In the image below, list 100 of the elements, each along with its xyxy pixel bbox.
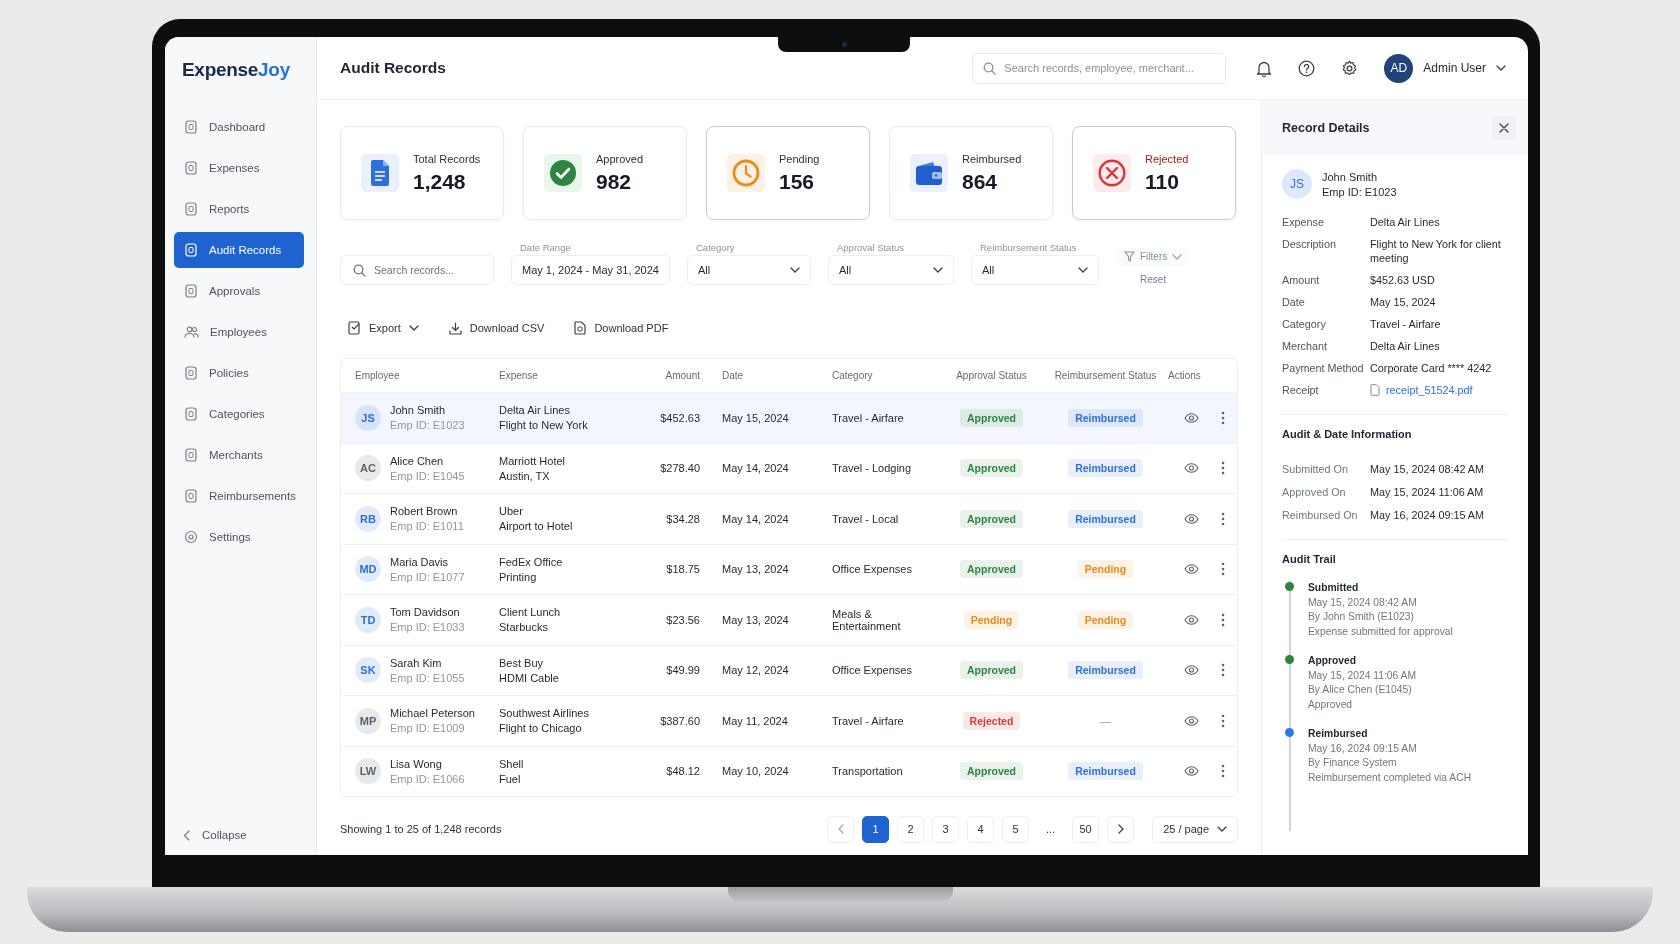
- table-row[interactable]: MP Michael Peterson Emp ID: E1009 Southwest Airlines Flight to Chicago $387.60 May 11, 2024 Travel - Airfare Rejected —: [341, 695, 1237, 746]
- sidebar-item[interactable]: Expenses: [174, 150, 304, 186]
- bell-icon[interactable]: [1256, 59, 1273, 77]
- expense-merchant: Best Buy: [499, 656, 544, 669]
- collapse-button[interactable]: Collapse: [165, 829, 247, 841]
- caret-icon: [1078, 267, 1088, 273]
- export-button[interactable]: Export: [348, 321, 419, 335]
- close-button[interactable]: [1492, 115, 1516, 140]
- empty-status: —: [1100, 714, 1111, 727]
- detail-value: May 15, 2024 08:42 AM: [1370, 462, 1486, 476]
- page-button[interactable]: 3: [932, 815, 960, 843]
- column-header: Reimbursement Status: [1053, 370, 1158, 381]
- download-button[interactable]: Download PDF: [574, 321, 669, 335]
- search-field[interactable]: Search records...: [340, 255, 494, 285]
- status-badge: Approved: [960, 762, 1023, 781]
- sidebar-item[interactable]: Audit Records: [174, 232, 304, 268]
- page-title: Audit Records: [340, 59, 446, 77]
- records-summary: Showing 1 to 25 of 1,248 records: [340, 823, 502, 835]
- amount-text: $278.40: [660, 462, 700, 475]
- table-row[interactable]: JS John Smith Emp ID: E1023 Delta Air Lines Flight to New York $452.63 May 15, 2024 Travel - Airfare Approved Reimbursed: [341, 392, 1237, 443]
- more-icon[interactable]: [1221, 511, 1225, 526]
- eye-icon[interactable]: [1184, 665, 1199, 676]
- employee-id: Emp ID: E1009: [390, 722, 465, 735]
- expense-description: HDMI Cable: [499, 671, 559, 684]
- user-avatar[interactable]: AD: [1384, 53, 1414, 83]
- category-text: Travel - Local: [832, 512, 899, 525]
- employee-id: Emp ID: E1045: [390, 469, 465, 482]
- table-row[interactable]: SK Sarah Kim Emp ID: E1055 Best Buy HDMI Cable $49.99 May 12, 2024 Office Expenses Approved Reimbursed: [341, 644, 1237, 695]
- category-text: Office Expenses: [832, 664, 912, 677]
- filter-label: Approval Status: [836, 242, 905, 253]
- table-row[interactable]: LW Lisa Wong Emp ID: E1066 Shell Fuel $48.12 May 10, 2024 Transportation Approved Reimbursed: [341, 745, 1237, 796]
- download-icon: [448, 321, 462, 335]
- event-title: Reimbursed: [1308, 727, 1369, 741]
- page-button[interactable]: 5: [1002, 815, 1030, 843]
- detail-label: Expense: [1282, 215, 1326, 229]
- page-size-select[interactable]: 25 / page: [1152, 815, 1238, 843]
- category-text: Travel - Airfare: [832, 714, 904, 727]
- sidebar-item[interactable]: Categories: [174, 396, 304, 432]
- expense-description: Austin, TX: [499, 469, 550, 482]
- document-icon: [184, 284, 198, 298]
- column-header: Approval Status: [955, 370, 1028, 381]
- eye-icon[interactable]: [1184, 412, 1199, 423]
- filter-select[interactable]: All: [971, 255, 1099, 285]
- user-name[interactable]: Admin User: [1423, 61, 1486, 75]
- detail-value: Travel - Airfare: [1370, 317, 1442, 331]
- sidebar-item[interactable]: Reports: [174, 191, 304, 227]
- sidebar-item[interactable]: Policies: [174, 355, 304, 391]
- document-icon: [184, 161, 198, 175]
- table-row[interactable]: MD Maria Davis Emp ID: E1077 FedEx Office Printing $18.75 May 13, 2024 Office Expenses Approved Pending: [341, 543, 1237, 594]
- eye-icon[interactable]: [1184, 715, 1199, 726]
- date-range-field[interactable]: May 1, 2024 - May 31, 2024: [511, 255, 670, 285]
- sidebar-item[interactable]: Employees: [174, 314, 304, 350]
- more-icon[interactable]: [1221, 663, 1225, 678]
- employee-name: Alice Chen: [390, 454, 444, 467]
- sidebar-item[interactable]: Settings: [174, 519, 304, 555]
- eye-icon[interactable]: [1184, 766, 1199, 777]
- document-icon: [184, 366, 198, 380]
- eye-icon[interactable]: [1184, 564, 1199, 575]
- page-button[interactable]: 50: [1072, 815, 1100, 843]
- reset-link[interactable]: Reset: [1140, 274, 1167, 285]
- more-icon[interactable]: [1221, 713, 1225, 728]
- detail-value: Flight to New York for client meeting: [1370, 237, 1502, 265]
- stat-label: Rejected: [1145, 152, 1189, 165]
- more-icon[interactable]: [1221, 562, 1225, 577]
- download-button[interactable]: Download CSV: [448, 321, 545, 335]
- page-button[interactable]: 1: [862, 815, 890, 843]
- sidebar-item[interactable]: Approvals: [174, 273, 304, 309]
- table-row[interactable]: TD Tom Davidson Emp ID: E1033 Client Lunch Starbucks $23.56 May 13, 2024 Meals & Entertainment Pending Pending: [341, 594, 1237, 645]
- page-button[interactable]: 4: [967, 815, 995, 843]
- sidebar-item[interactable]: Dashboard: [174, 109, 304, 145]
- more-icon[interactable]: [1221, 410, 1225, 425]
- category-text: Meals & Entertainment: [832, 607, 901, 632]
- event-detail: Reimbursement completed via ACH: [1308, 770, 1473, 784]
- detail-label: Receipt: [1282, 383, 1320, 397]
- expense-description: Airport to Hotel: [499, 520, 573, 533]
- help-icon[interactable]: [1298, 59, 1316, 77]
- filter-select[interactable]: All: [687, 255, 811, 285]
- employee-id: Emp ID: E1011: [390, 520, 464, 533]
- eye-icon[interactable]: [1184, 614, 1199, 625]
- receipt-link[interactable]: receipt_51524.pdf: [1386, 383, 1473, 397]
- stat-value: 1,248: [413, 169, 466, 194]
- page-button[interactable]: 2: [897, 815, 925, 843]
- more-icon[interactable]: [1221, 461, 1225, 476]
- filter-select[interactable]: All: [828, 255, 954, 285]
- eye-icon[interactable]: [1184, 513, 1199, 524]
- table-row[interactable]: AC Alice Chen Emp ID: E1045 Marriott Hotel Austin, TX $278.40 May 14, 2024 Travel - Lodging Approved Reimbursed: [341, 442, 1237, 493]
- status-badge: Approved: [960, 509, 1023, 528]
- column-header: Amount: [664, 370, 701, 381]
- column-header: Actions: [1168, 370, 1202, 381]
- eye-icon[interactable]: [1184, 463, 1199, 474]
- status-badge: Reimbursed: [1068, 408, 1143, 427]
- table-row[interactable]: RB Robert Brown Emp ID: E1011 Uber Airport to Hotel $34.28 May 14, 2024 Travel - Local Approved Reimbursed: [341, 493, 1237, 544]
- more-icon[interactable]: [1221, 764, 1225, 779]
- event-detail: Approved: [1308, 697, 1354, 711]
- sidebar-item[interactable]: Merchants: [174, 437, 304, 473]
- settings-icon[interactable]: [1341, 59, 1359, 77]
- detail-value: Delta Air Lines: [1370, 215, 1441, 229]
- sidebar-item[interactable]: Reimbursements: [174, 478, 304, 514]
- more-icon[interactable]: [1221, 612, 1225, 627]
- employee-name: Robert Brown: [390, 505, 458, 518]
